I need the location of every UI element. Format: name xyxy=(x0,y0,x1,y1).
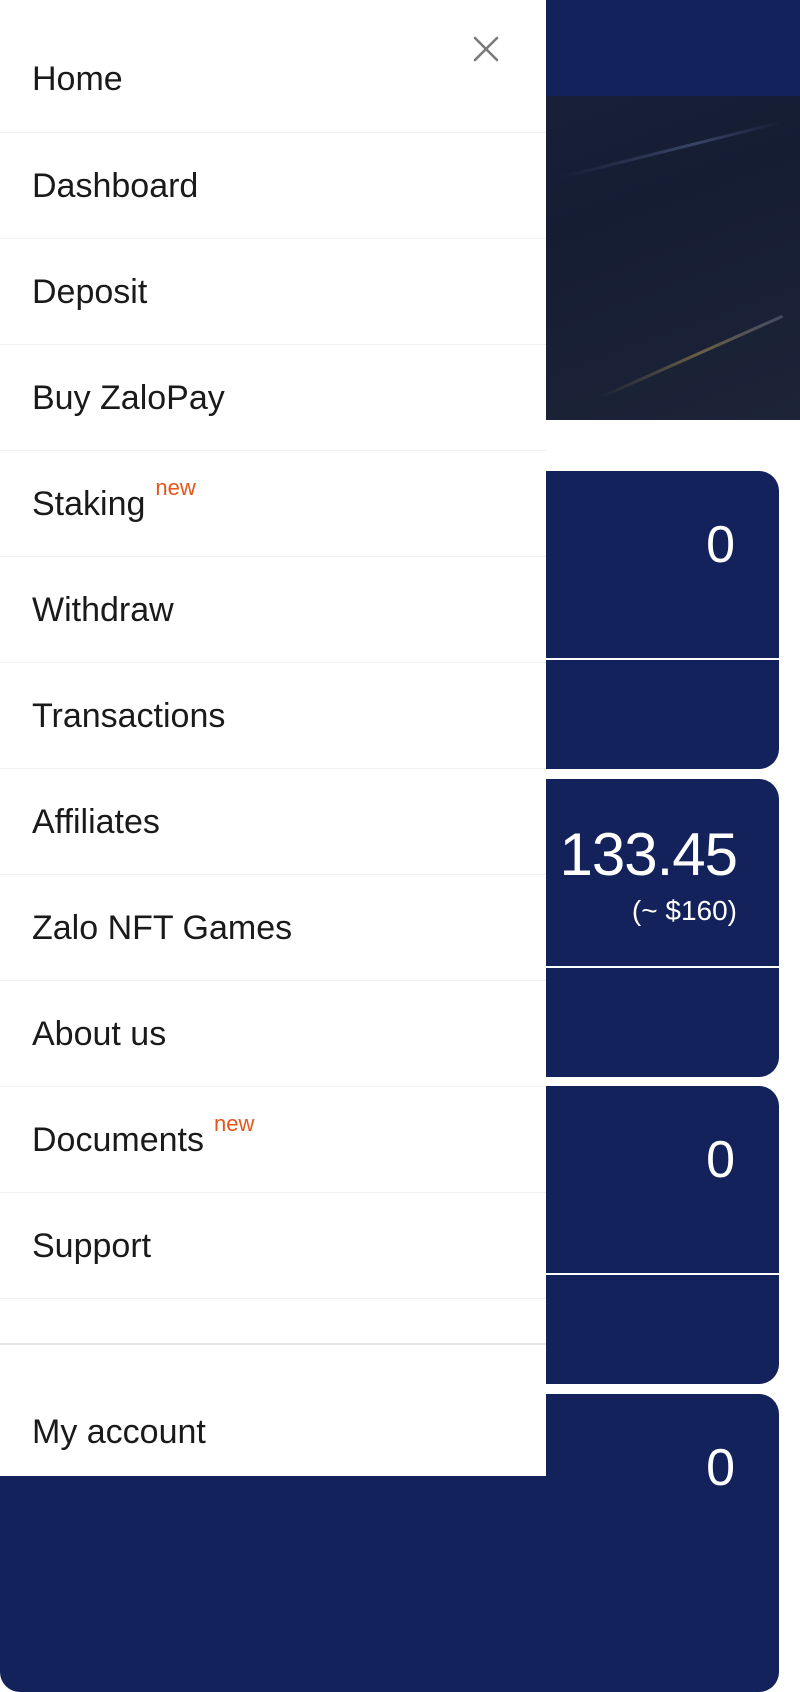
menu-item-about-us[interactable]: About us xyxy=(0,981,546,1087)
card-value: 0 xyxy=(706,1439,735,1497)
menu-item-label: Documents xyxy=(32,1120,204,1159)
card-usd-value: (~ $160) xyxy=(631,895,737,926)
menu-item-label: Home xyxy=(32,60,123,98)
menu-item-label: Transactions xyxy=(32,696,226,735)
menu-item-label: Affiliates xyxy=(32,802,160,841)
menu-item-transactions[interactable]: Transactions xyxy=(0,663,546,769)
drawer-menu: Home Dashboard Deposit Buy ZaloPay Staki… xyxy=(0,26,546,1299)
menu-item-withdraw[interactable]: Withdraw xyxy=(0,557,546,663)
menu-item-label: My account xyxy=(32,1412,206,1451)
section-divider xyxy=(0,1343,546,1345)
card-value: 0 xyxy=(706,1131,735,1189)
menu-item-label: Buy ZaloPay xyxy=(32,378,225,417)
menu-item-affiliates[interactable]: Affiliates xyxy=(0,769,546,875)
menu-item-label: Deposit xyxy=(32,272,148,311)
banner-light-streak xyxy=(559,120,784,179)
menu-item-label: Zalo NFT Games xyxy=(32,908,293,947)
menu-item-support[interactable]: Support xyxy=(0,1193,546,1299)
new-badge: new xyxy=(155,474,196,500)
menu-item-label: Withdraw xyxy=(32,590,174,629)
menu-item-zalo-nft-games[interactable]: Zalo NFT Games xyxy=(0,875,546,981)
menu-item-label: Support xyxy=(32,1226,152,1265)
menu-item-buy-zalopay[interactable]: Buy ZaloPay xyxy=(0,345,546,451)
menu-item-label: Staking xyxy=(32,484,146,523)
new-badge: new xyxy=(213,1110,255,1136)
menu-item-label: Dashboard xyxy=(32,166,199,205)
menu-item-documents[interactable]: Documents new xyxy=(0,1087,546,1193)
menu-item-label: About us xyxy=(32,1014,167,1053)
banner-light-streak xyxy=(599,314,784,399)
card-value: 0 xyxy=(706,516,735,574)
menu-item-my-account[interactable]: My account xyxy=(0,1392,546,1472)
menu-item-deposit[interactable]: Deposit xyxy=(0,239,546,345)
menu-item-staking[interactable]: Staking new xyxy=(0,451,546,557)
menu-item-home[interactable]: Home xyxy=(0,26,546,133)
menu-item-dashboard[interactable]: Dashboard xyxy=(0,133,546,239)
card-value: 133.45 xyxy=(559,821,738,888)
navigation-drawer: Home Dashboard Deposit Buy ZaloPay Staki… xyxy=(0,0,546,1476)
